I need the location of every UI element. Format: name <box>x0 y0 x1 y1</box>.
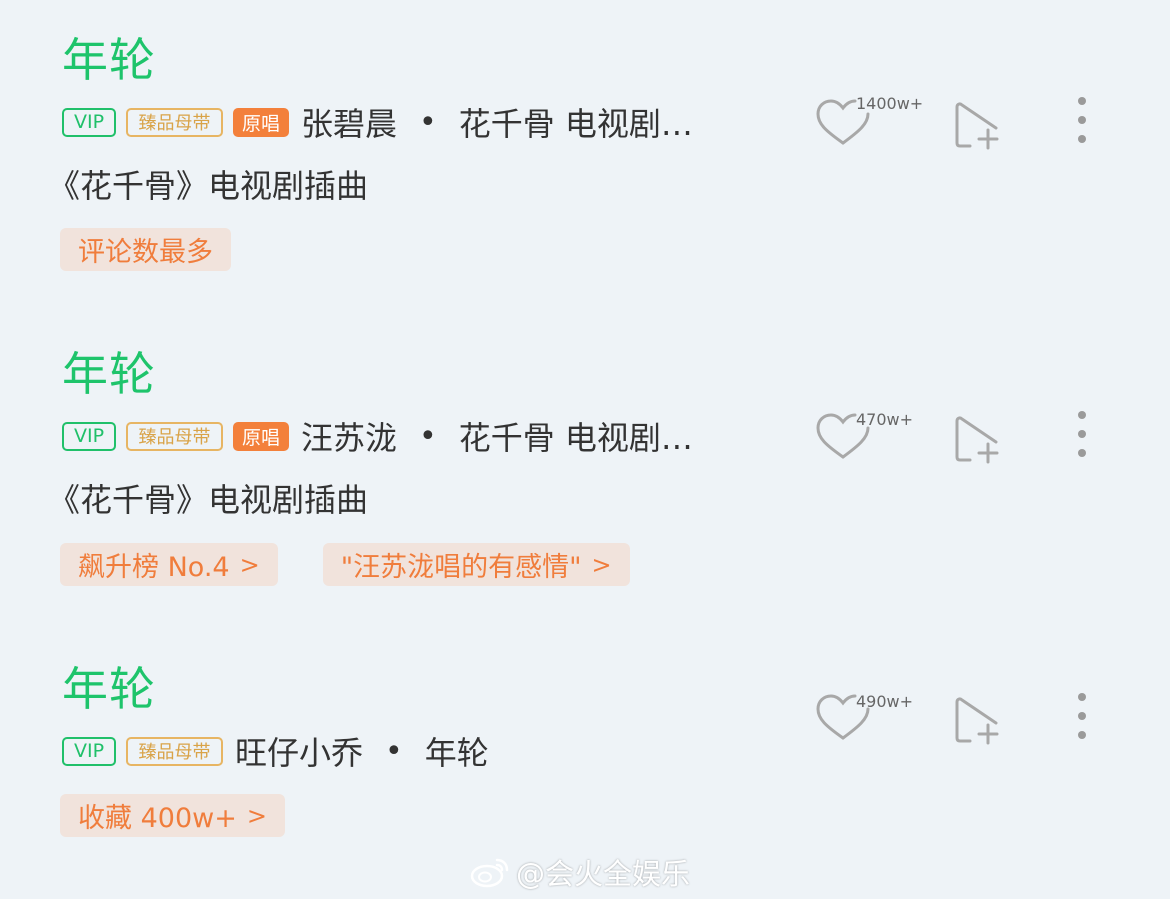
tag-label: 评论数最多 <box>78 237 213 268</box>
song-title: 年轮 <box>62 33 156 87</box>
tag-row: 飙升榜 No.4 > "汪苏泷唱的有感情" > <box>60 543 675 586</box>
song-title: 年轮 <box>62 662 156 716</box>
album-name[interactable]: 花千骨 电视剧… <box>459 99 693 145</box>
tag-most-comments[interactable]: 评论数最多 <box>60 228 231 271</box>
quality-badge: 臻品母带 <box>126 736 223 766</box>
chevron-right-icon: > <box>591 550 612 579</box>
tag-chart-rank[interactable]: 飙升榜 No.4 > <box>60 543 278 586</box>
quality-badge: 臻品母带 <box>126 107 223 137</box>
original-badge: 原唱 <box>233 421 289 451</box>
watermark: @会火全娱乐 <box>470 852 690 892</box>
tag-label: 飙升榜 No.4 <box>78 552 230 583</box>
song-description: 《花千骨》电视剧插曲 <box>48 481 369 519</box>
like-count: 1400w+ <box>856 94 924 113</box>
tag-label: "汪苏泷唱的有感情" <box>340 552 582 583</box>
more-options-icon[interactable] <box>1074 692 1090 744</box>
vip-badge: VIP <box>62 107 116 137</box>
tag-row: 评论数最多 <box>60 228 276 271</box>
like-count: 470w+ <box>856 410 914 429</box>
chevron-right-icon: > <box>246 801 267 830</box>
quality-badge: 臻品母带 <box>126 421 223 451</box>
like-count: 490w+ <box>856 692 914 711</box>
vip-badge: VIP <box>62 736 116 766</box>
more-options-icon[interactable] <box>1074 96 1090 148</box>
weibo-logo-icon <box>470 858 509 888</box>
artist-name[interactable]: 汪苏泷 <box>301 413 397 459</box>
artist-name[interactable]: 张碧晨 <box>301 99 397 145</box>
tag-comment-quote[interactable]: "汪苏泷唱的有感情" > <box>322 543 630 586</box>
more-options-icon[interactable] <box>1074 410 1090 462</box>
tag-favorites[interactable]: 收藏 400w+ > <box>60 794 285 837</box>
separator-dot: • <box>419 104 437 140</box>
song-meta: VIP 臻品母带 原唱 汪苏泷 • 花千骨 电视剧… <box>62 414 693 458</box>
song-title: 年轮 <box>62 347 156 401</box>
artist-name[interactable]: 旺仔小乔 <box>235 728 363 774</box>
watermark-text: @会火全娱乐 <box>516 857 691 891</box>
album-name[interactable]: 年轮 <box>425 728 489 774</box>
add-to-playlist-icon[interactable] <box>952 414 1004 466</box>
tag-row: 收藏 400w+ > <box>60 794 330 837</box>
vip-badge: VIP <box>62 421 116 451</box>
separator-dot: • <box>419 418 437 454</box>
tag-label: 收藏 400w+ <box>78 803 237 834</box>
separator-dot: • <box>385 733 403 769</box>
song-meta: VIP 臻品母带 旺仔小乔 • 年轮 <box>62 729 489 773</box>
add-to-playlist-icon[interactable] <box>952 695 1004 747</box>
album-name[interactable]: 花千骨 电视剧… <box>459 413 693 459</box>
song-description: 《花千骨》电视剧插曲 <box>48 167 369 205</box>
chevron-right-icon: > <box>239 550 260 579</box>
original-badge: 原唱 <box>233 107 289 137</box>
song-meta: VIP 臻品母带 原唱 张碧晨 • 花千骨 电视剧… <box>62 100 693 144</box>
add-to-playlist-icon[interactable] <box>952 100 1004 152</box>
